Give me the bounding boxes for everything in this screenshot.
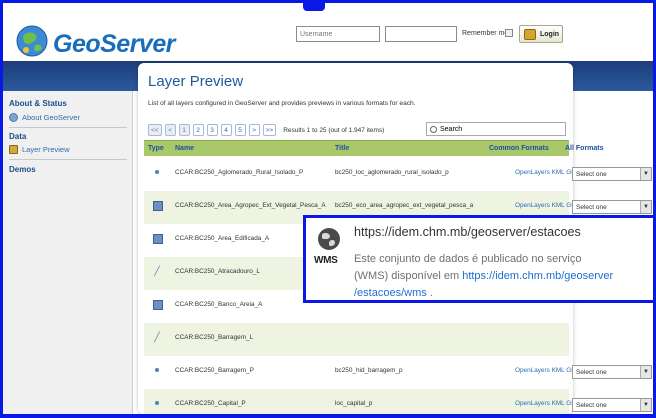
layer-title: loc_capital_p bbox=[335, 400, 373, 407]
select-value: Select one bbox=[576, 203, 607, 211]
layer-preview-icon bbox=[9, 145, 18, 154]
sidebar: About & Status About GeoServer Data Laye… bbox=[3, 91, 133, 414]
geoserver-logo-icon bbox=[16, 25, 48, 57]
all-formats-select[interactable]: Select one ▼ bbox=[572, 167, 652, 181]
common-formats-links[interactable]: OpenLayers KML GML bbox=[515, 400, 575, 407]
sidebar-item-label: About GeoServer bbox=[22, 113, 80, 122]
popup-link[interactable]: https://idem.chm.mb/geoserver bbox=[462, 270, 613, 282]
select-value: Select one bbox=[576, 170, 607, 178]
chevron-down-icon: ▼ bbox=[640, 366, 651, 378]
pager-first-button[interactable]: << bbox=[148, 124, 162, 136]
pager-last-button[interactable]: >> bbox=[262, 124, 277, 136]
remember-me-checkbox[interactable] bbox=[505, 29, 513, 37]
wms-badge: WMS bbox=[314, 255, 338, 266]
wms-popup-card[interactable]: WMS https://idem.chm.mb/geoserver/estaco… bbox=[303, 215, 653, 303]
table-row: CCAR:BC250_Aglomerado_Rural_Isolado_P bc2… bbox=[144, 158, 652, 191]
header: GeoServer Remember me Login bbox=[3, 11, 653, 61]
login-button-label: Login bbox=[540, 30, 560, 38]
table-row: CCAR:BC250_Barragem_P bc250_hid_barragem_… bbox=[144, 356, 652, 389]
column-header-common-formats: Common Formats bbox=[489, 145, 549, 152]
layer-name: CCAR:BC250_Barragem_P bbox=[175, 367, 254, 374]
polygon-layer-icon bbox=[152, 299, 163, 310]
point-layer-icon bbox=[152, 365, 162, 375]
popup-url[interactable]: https://idem.chm.mb/geoserver/estacoes bbox=[354, 225, 581, 239]
chevron-down-icon: ▼ bbox=[640, 168, 651, 180]
popup-description-text: (WMS) disponível em bbox=[354, 270, 463, 282]
pager-page-3[interactable]: 3 bbox=[206, 124, 218, 136]
table-header: Type Name Title Common Formats All Forma… bbox=[144, 140, 604, 156]
search-placeholder: Search bbox=[440, 125, 463, 133]
all-formats-select[interactable]: Select one ▼ bbox=[572, 200, 652, 214]
page-description: List of all layers configured in GeoServ… bbox=[148, 100, 416, 107]
sidebar-section-about: About & Status bbox=[9, 99, 67, 108]
layer-title: bc250_loc_aglomerado_rural_isolado_p bbox=[335, 169, 449, 176]
point-layer-icon bbox=[152, 167, 162, 177]
popup-description-line: Este conjunto de dados é publicado no se… bbox=[354, 253, 582, 265]
chevron-down-icon: ▼ bbox=[640, 201, 651, 213]
point-layer-icon bbox=[152, 398, 162, 408]
page-title: Layer Preview bbox=[148, 73, 244, 90]
layer-name: CCAR:BC250_Area_Agropec_Ext_Vegetal_Pesc… bbox=[175, 202, 326, 209]
divider bbox=[9, 127, 127, 128]
column-header-all-formats: All Formats bbox=[565, 145, 604, 152]
layer-name: CCAR:BC250_Capital_P bbox=[175, 400, 246, 407]
select-value: Select one bbox=[576, 368, 607, 376]
top-strip bbox=[3, 3, 653, 11]
sidebar-item-label: Layer Preview bbox=[22, 145, 70, 154]
pager-page-2[interactable]: 2 bbox=[192, 124, 204, 136]
common-formats-links[interactable]: OpenLayers KML GML bbox=[515, 169, 575, 176]
column-header-name[interactable]: Name bbox=[175, 145, 194, 152]
sidebar-item-layer-preview[interactable]: Layer Preview bbox=[9, 145, 70, 154]
popup-description-text: . bbox=[426, 287, 433, 299]
common-formats-links[interactable]: OpenLayers KML GML bbox=[515, 202, 575, 209]
pager-page-4[interactable]: 4 bbox=[220, 124, 232, 136]
sidebar-item-about[interactable]: About GeoServer bbox=[9, 113, 80, 122]
results-count: Results 1 to 25 (out of 1.947 items) bbox=[283, 126, 385, 134]
select-value: Select one bbox=[576, 401, 607, 409]
table-row: ╱ CCAR:BC250_Barragem_L bbox=[144, 323, 569, 356]
divider bbox=[9, 159, 127, 160]
pagination: << < 1 2 3 4 5 > >> Results 1 to 25 (out… bbox=[148, 123, 384, 137]
column-header-title[interactable]: Title bbox=[335, 145, 349, 152]
popup-description-line: /estacoes/wms . bbox=[354, 287, 433, 299]
browser-viewport: GeoServer Remember me Login About & Stat… bbox=[3, 3, 653, 414]
search-input[interactable]: Search bbox=[426, 122, 566, 136]
layer-name: CCAR:BC250_Aglomerado_Rural_Isolado_P bbox=[175, 169, 304, 176]
sidebar-section-data: Data bbox=[9, 132, 27, 141]
password-input[interactable] bbox=[385, 26, 457, 42]
pager-prev-button[interactable]: < bbox=[164, 124, 176, 136]
line-layer-icon: ╱ bbox=[154, 332, 160, 342]
remember-me-label: Remember me bbox=[462, 30, 509, 37]
polygon-layer-icon bbox=[152, 200, 163, 211]
chevron-down-icon: ▼ bbox=[640, 399, 651, 411]
polygon-layer-icon bbox=[152, 233, 163, 244]
globe-icon bbox=[318, 228, 340, 250]
info-icon bbox=[9, 113, 18, 122]
pager-page-1[interactable]: 1 bbox=[178, 124, 190, 136]
layer-title: bc250_eco_area_agropec_ext_vegetal_pesca… bbox=[335, 202, 474, 209]
layer-title: bc250_hid_barragem_p bbox=[335, 367, 403, 374]
login-button[interactable]: Login bbox=[519, 25, 563, 43]
sidebar-section-demos[interactable]: Demos bbox=[9, 165, 36, 174]
layer-name: CCAR:BC250_Barragem_L bbox=[175, 334, 254, 341]
pager-page-5[interactable]: 5 bbox=[234, 124, 246, 136]
common-formats-links[interactable]: OpenLayers KML GML bbox=[515, 367, 575, 374]
frame-notch bbox=[303, 3, 325, 11]
line-layer-icon: ╱ bbox=[154, 266, 160, 276]
popup-description-line: (WMS) disponível em https://idem.chm.mb/… bbox=[354, 270, 613, 282]
all-formats-select[interactable]: Select one ▼ bbox=[572, 398, 652, 412]
pager-next-button[interactable]: > bbox=[248, 124, 260, 136]
all-formats-select[interactable]: Select one ▼ bbox=[572, 365, 652, 379]
username-input[interactable] bbox=[296, 26, 380, 42]
search-icon bbox=[430, 125, 437, 133]
brand-name: GeoServer bbox=[53, 30, 175, 58]
key-icon bbox=[524, 28, 536, 40]
table-row: CCAR:BC250_Capital_P loc_capital_p OpenLay… bbox=[144, 389, 652, 414]
column-header-type[interactable]: Type bbox=[148, 145, 164, 152]
popup-link[interactable]: /estacoes/wms bbox=[354, 287, 427, 299]
